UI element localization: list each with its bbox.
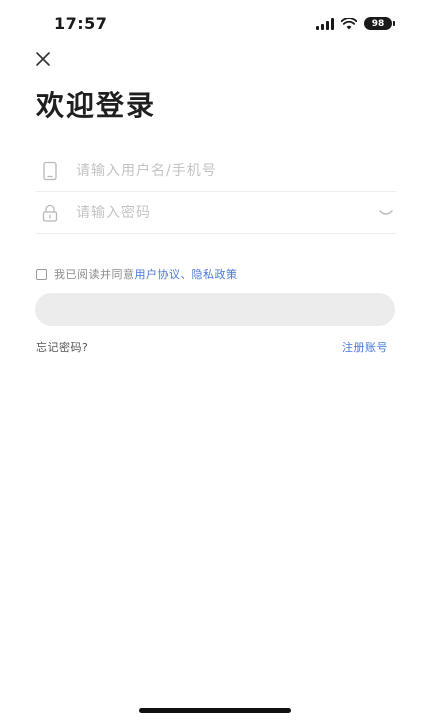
register-link[interactable]: 注册账号 bbox=[342, 339, 388, 355]
home-indicator bbox=[139, 708, 291, 713]
phone-icon bbox=[43, 161, 57, 180]
username-input[interactable] bbox=[76, 162, 396, 179]
signal-icon bbox=[316, 17, 334, 30]
login-screen: 17:57 98 欢迎登录 请输入用户名/手机号 我已阅读并同意 用户协议 、 … bbox=[0, 0, 430, 720]
privacy-policy-link[interactable]: 隐私政策 bbox=[192, 266, 238, 282]
battery-icon: 98 bbox=[364, 17, 395, 30]
status-time: 17:57 bbox=[54, 14, 108, 33]
lock-icon bbox=[42, 204, 58, 222]
status-icons: 98 bbox=[316, 17, 395, 30]
close-button[interactable] bbox=[34, 50, 52, 68]
agreement-checkbox[interactable] bbox=[36, 268, 47, 280]
forgot-password-link[interactable]: 忘记密码? bbox=[36, 339, 88, 355]
username-field bbox=[36, 150, 396, 192]
wifi-icon bbox=[341, 17, 357, 29]
agreement-row: 我已阅读并同意 用户协议 、 隐私政策 bbox=[36, 266, 238, 282]
close-icon bbox=[36, 52, 50, 66]
agreement-separator: 、 bbox=[180, 268, 192, 281]
status-bar: 17:57 98 bbox=[0, 0, 430, 48]
password-field bbox=[36, 192, 396, 234]
eye-closed-icon[interactable] bbox=[378, 208, 394, 218]
password-input[interactable] bbox=[76, 204, 378, 221]
login-button[interactable] bbox=[35, 293, 395, 326]
user-agreement-link[interactable]: 用户协议 bbox=[135, 266, 181, 282]
agreement-text: 我已阅读并同意 bbox=[54, 268, 135, 281]
page-title: 欢迎登录 bbox=[36, 89, 157, 122]
